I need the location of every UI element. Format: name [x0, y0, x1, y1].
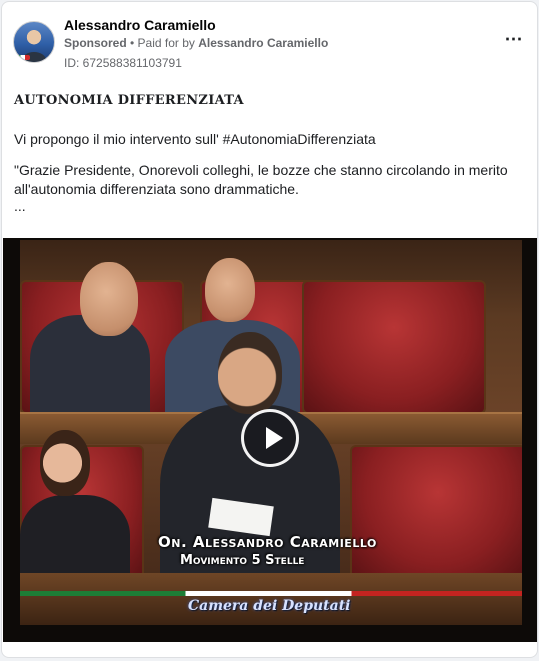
paid-for-name: Alessandro Caramiello: [198, 36, 329, 50]
chamber-seat: [302, 280, 486, 414]
camera-dei-deputati-logo: Camera dei Deputati: [188, 598, 351, 614]
background-person: [30, 315, 150, 425]
sponsored-label: Sponsored: [64, 36, 127, 50]
background-person-head: [40, 430, 90, 496]
avatar-flag-badge: [16, 55, 30, 60]
author-name[interactable]: Alessandro Caramiello: [64, 17, 216, 33]
sponsored-line: Sponsored • Paid for by Alessandro Caram…: [64, 36, 328, 50]
italian-flag-stripe: [20, 591, 522, 596]
speaker-caption: On. Alessandro Caramiello Movimento 5 St…: [158, 533, 377, 568]
background-person-head: [80, 262, 138, 336]
post-quote: "Grazie Presidente, Onorevoli colleghi, …: [14, 162, 508, 197]
post-intro: Vi propongo il mio intervento sull' #Aut…: [14, 131, 376, 147]
caption-party: Movimento 5 Stelle: [180, 553, 305, 568]
see-more-ellipsis[interactable]: ...: [14, 197, 523, 216]
paid-for-prefix: • Paid for by: [126, 36, 199, 50]
speaker-head: [218, 332, 282, 414]
play-icon[interactable]: [241, 409, 299, 467]
ad-id: ID: 672588381103791: [64, 56, 182, 70]
post-text: AUTONOMIA DIFFERENZIATA Vi propongo il m…: [14, 91, 523, 216]
background-person-head: [205, 258, 255, 322]
post-header: Alessandro Caramiello Sponsored • Paid f…: [13, 14, 525, 74]
author-avatar[interactable]: [13, 21, 55, 63]
post-headline: AUTONOMIA DIFFERENZIATA: [14, 93, 244, 108]
more-options-icon[interactable]: ⋯: [501, 29, 525, 49]
caption-name: On. Alessandro Caramiello: [158, 533, 377, 551]
video-player[interactable]: On. Alessandro Caramiello Movimento 5 St…: [3, 238, 537, 642]
sponsored-post-card: Alessandro Caramiello Sponsored • Paid f…: [1, 1, 538, 658]
